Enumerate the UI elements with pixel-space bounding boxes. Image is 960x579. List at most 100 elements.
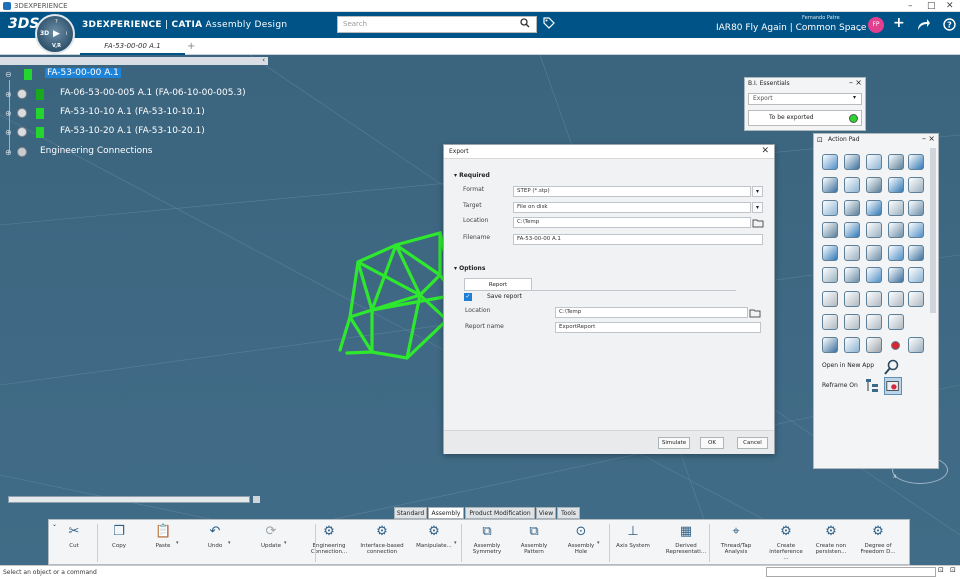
action-pad-tool-icon[interactable]: [844, 154, 860, 170]
action-pad-tool-icon[interactable]: [822, 337, 838, 353]
tab-tools[interactable]: Tools: [557, 507, 580, 519]
tab-assembly[interactable]: Assembly: [428, 507, 464, 519]
maximize-window-button[interactable]: □: [927, 0, 936, 12]
action-pad-tool-icon[interactable]: [908, 154, 924, 170]
action-pad-tool-icon[interactable]: [866, 222, 882, 238]
action-pad-tool-icon[interactable]: [908, 291, 924, 307]
status-button-icon[interactable]: ⊡: [938, 566, 944, 574]
close-icon[interactable]: ×: [928, 134, 935, 143]
chevron-down-icon[interactable]: ▾: [176, 540, 179, 546]
tab-view[interactable]: View: [536, 507, 556, 519]
scrollbar-end-button[interactable]: [253, 496, 260, 503]
tag-icon[interactable]: [543, 17, 555, 29]
action-pad-tool-icon[interactable]: [844, 200, 860, 216]
minimize-button[interactable]: –: [908, 0, 913, 12]
collapse-node-icon[interactable]: ⊖: [5, 70, 12, 79]
copy-button[interactable]: ❐ Copy: [104, 522, 134, 564]
assembly-pattern-button[interactable]: ⧉ Assembly Pattern: [516, 522, 552, 564]
action-pad-tool-icon[interactable]: [866, 337, 882, 353]
play-icon[interactable]: ▶: [53, 29, 60, 39]
action-pad-tool-icon[interactable]: [866, 200, 882, 216]
add-icon[interactable]: +: [893, 15, 905, 31]
action-pad-tool-icon[interactable]: [844, 291, 860, 307]
avatar[interactable]: FP: [868, 17, 884, 33]
action-pad-tool-icon[interactable]: [844, 222, 860, 238]
action-pad-tool-icon[interactable]: [866, 291, 882, 307]
chevron-down-icon[interactable]: ▾: [752, 202, 763, 213]
close-icon[interactable]: ×: [855, 78, 862, 87]
chevron-down-icon[interactable]: ⌄: [856, 24, 863, 33]
tree-item-label[interactable]: Engineering Connections: [40, 146, 152, 156]
bi-essentials-select[interactable]: Export: [748, 93, 862, 105]
action-pad-tool-icon[interactable]: [888, 314, 904, 330]
action-pad-tool-icon[interactable]: [888, 200, 904, 216]
command-input[interactable]: [766, 567, 936, 577]
action-pad-tool-icon[interactable]: [866, 154, 882, 170]
action-pad-tool-icon[interactable]: [908, 200, 924, 216]
action-pad-tool-icon[interactable]: [822, 222, 838, 238]
close-icon[interactable]: ✕: [761, 146, 769, 156]
tree-item-label[interactable]: FA-06-53-00-005 A.1 (FA-06-10-00-005.3): [60, 88, 246, 98]
action-pad-tool-icon[interactable]: [888, 245, 904, 261]
search-icon[interactable]: [520, 18, 530, 28]
minimize-panel-icon[interactable]: –: [922, 134, 926, 143]
target-select[interactable]: File on disk: [513, 202, 751, 213]
folder-icon[interactable]: [749, 308, 761, 318]
action-pad-scrollbar[interactable]: [930, 148, 936, 313]
reframe-viewport-icon[interactable]: [884, 377, 902, 395]
chevron-down-icon[interactable]: ▾: [228, 540, 231, 546]
derived-representation-button[interactable]: ▦ Derived Representati...: [663, 522, 709, 564]
expand-node-icon[interactable]: ⊕: [5, 128, 12, 137]
action-pad-tool-icon[interactable]: [888, 222, 904, 238]
engineering-connection-button[interactable]: ⚙ Engineering Connection...: [307, 522, 351, 564]
chevron-down-icon[interactable]: ▾: [752, 186, 763, 197]
action-pad-tool-icon[interactable]: [888, 267, 904, 283]
action-pad-tool-icon[interactable]: [908, 337, 924, 353]
horizontal-scrollbar[interactable]: [8, 496, 250, 503]
location-field[interactable]: C:\Temp: [513, 217, 751, 228]
action-pad-tool-icon[interactable]: [822, 291, 838, 307]
collapse-icon[interactable]: ‹: [262, 56, 265, 64]
tab-standard[interactable]: Standard: [394, 507, 427, 519]
action-pad-tool-icon[interactable]: [822, 245, 838, 261]
tree-collapse-bar[interactable]: ‹: [0, 56, 268, 65]
collab-space-selector[interactable]: IAR80 Fly Again | Common Space: [716, 23, 866, 33]
chevron-down-icon[interactable]: ▾: [597, 540, 600, 546]
action-pad-tool-icon[interactable]: [888, 177, 904, 193]
options-section-header[interactable]: ▾ Options: [454, 265, 485, 272]
action-pad-tool-icon[interactable]: [844, 177, 860, 193]
action-pad-tool-icon[interactable]: [908, 222, 924, 238]
manipulate-button[interactable]: ⚙ Manipulate...: [412, 522, 456, 564]
cut-button[interactable]: ✂ Cut: [59, 522, 89, 564]
action-pad-tool-icon[interactable]: [888, 154, 904, 170]
action-pad-tool-icon[interactable]: [822, 177, 838, 193]
action-pad-tool-icon[interactable]: [891, 341, 900, 350]
close-window-button[interactable]: ✕: [946, 0, 954, 12]
action-pad-tool-icon[interactable]: [866, 177, 882, 193]
undo-button[interactable]: ↶ Undo: [200, 522, 230, 564]
action-pad-tool-icon[interactable]: [844, 314, 860, 330]
compass-widget[interactable]: ? 3D ▶ i V,R: [35, 14, 75, 54]
report-name-field[interactable]: ExportReport: [555, 322, 761, 333]
pin-icon[interactable]: ⊡: [817, 136, 823, 144]
action-pad-tool-icon[interactable]: [866, 314, 882, 330]
expand-node-icon[interactable]: ⊕: [5, 148, 12, 157]
tree-item-label[interactable]: FA-53-10-20 A.1 (FA-53-10-20.1): [60, 126, 205, 136]
action-pad-tool-icon[interactable]: [866, 267, 882, 283]
chevron-down-icon[interactable]: ▾: [284, 540, 287, 546]
chevron-down-icon[interactable]: ▾: [454, 540, 457, 546]
add-tab-button[interactable]: +: [187, 38, 195, 55]
expand-node-icon[interactable]: ⊕: [5, 109, 12, 118]
assembly-symmetry-button[interactable]: ⧉ Assembly Symmetry: [469, 522, 505, 564]
tree-root-label[interactable]: FA-53-00-00 A.1: [45, 68, 121, 78]
action-pad-tool-icon[interactable]: [822, 267, 838, 283]
create-interference-button[interactable]: ⚙ Create interference ...: [766, 522, 806, 564]
simulate-button[interactable]: Simulate: [658, 437, 690, 449]
help-icon[interactable]: ?: [943, 18, 956, 31]
tab-product-modification[interactable]: Product Modification: [465, 507, 535, 519]
expand-node-icon[interactable]: ⊕: [5, 90, 12, 99]
action-pad-tool-icon[interactable]: [822, 314, 838, 330]
action-pad-tool-icon[interactable]: [908, 177, 924, 193]
thread-tap-analysis-button[interactable]: ⌖ Thread/Tap Analysis: [716, 522, 756, 564]
action-pad-tool-icon[interactable]: [844, 245, 860, 261]
